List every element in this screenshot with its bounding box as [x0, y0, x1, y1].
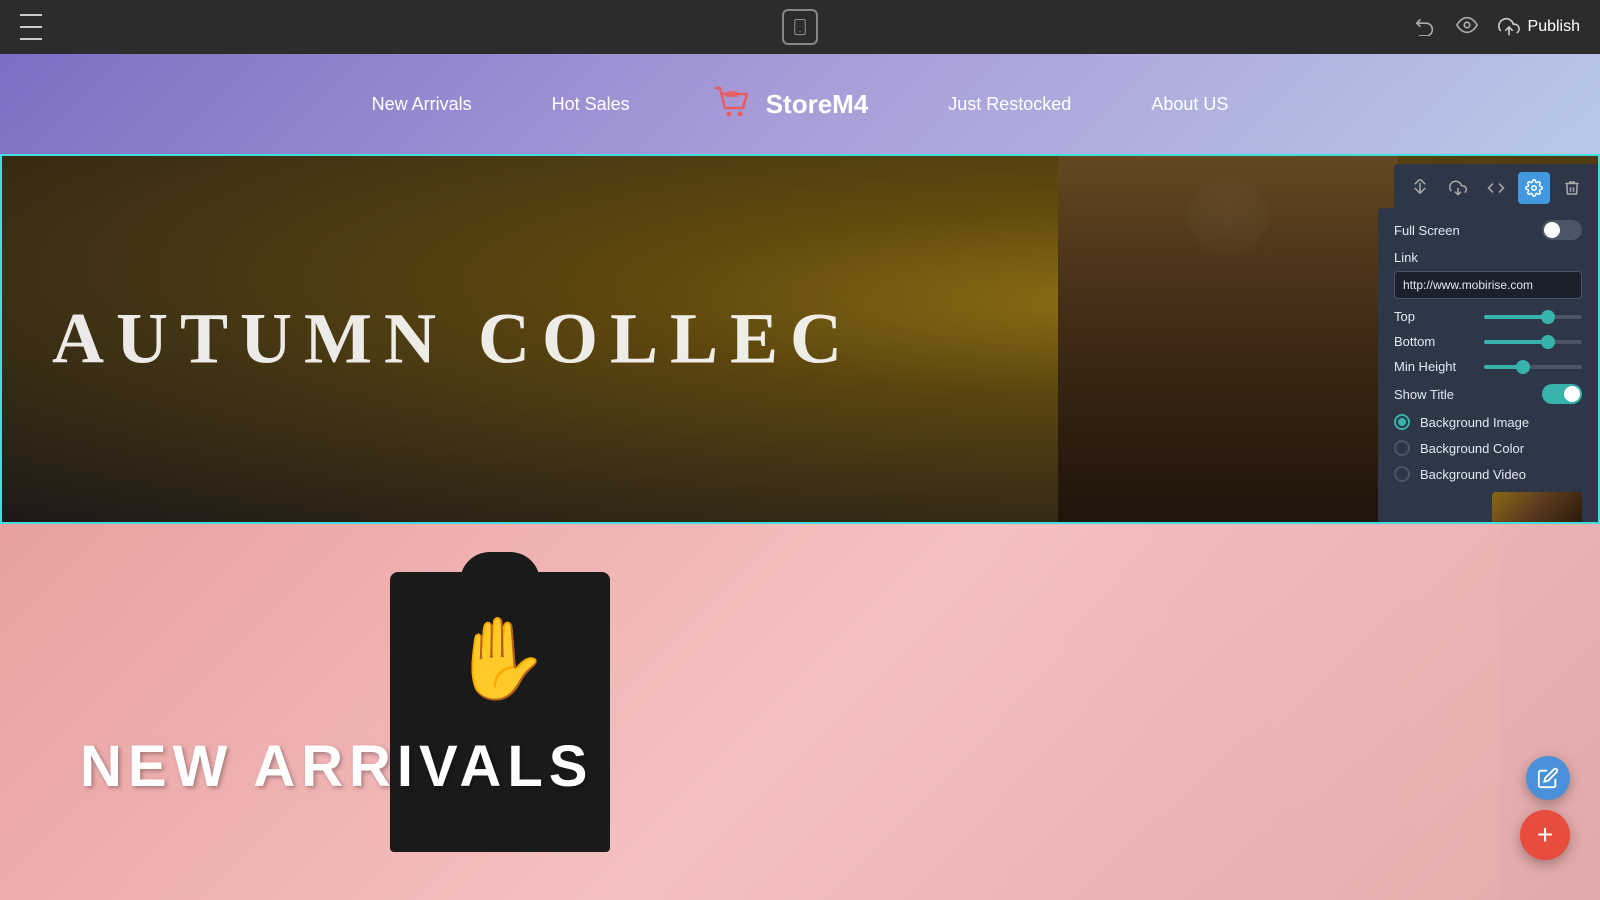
top-slider-fill	[1484, 315, 1548, 319]
settings-panel: Full Screen Link Top	[1378, 208, 1598, 524]
background-color-label: Background Color	[1420, 441, 1524, 456]
hero-title: AUTUMN COLLEC	[52, 298, 854, 381]
mobile-device-icon	[791, 18, 809, 36]
top-slider-row: Top	[1394, 309, 1582, 324]
min-height-slider[interactable]	[1484, 365, 1582, 369]
code-toolbar-icon[interactable]	[1480, 172, 1512, 204]
background-image-radio[interactable]	[1394, 414, 1410, 430]
phone-icon[interactable]	[782, 9, 818, 45]
nav-link-hot-sales[interactable]: Hot Sales	[552, 94, 630, 115]
bottom-slider-fill	[1484, 340, 1548, 344]
settings-toolbar-icon[interactable]	[1518, 172, 1550, 204]
publish-button[interactable]: Publish	[1498, 16, 1580, 38]
top-label: Top	[1394, 309, 1474, 324]
full-screen-thumb	[1544, 222, 1560, 238]
image-thumbnail[interactable]	[1492, 492, 1582, 524]
nav-link-about-us[interactable]: About US	[1151, 94, 1228, 115]
link-section: Link	[1394, 250, 1582, 309]
top-bar: Publish	[0, 0, 1600, 54]
top-slider-thumb[interactable]	[1541, 310, 1555, 324]
background-video-radio[interactable]	[1394, 466, 1410, 482]
min-height-slider-thumb[interactable]	[1516, 360, 1530, 374]
bottom-label: Bottom	[1394, 334, 1474, 349]
show-title-label: Show Title	[1394, 387, 1454, 402]
background-image-label: Background Image	[1420, 415, 1529, 430]
logo-text: StoreM4	[766, 89, 869, 120]
new-arrivals-figure	[1000, 524, 1500, 900]
nav-link-just-restocked[interactable]: Just Restocked	[948, 94, 1071, 115]
new-arrivals-section: ✋ NEW ARRIVALS	[0, 524, 1600, 900]
upload-icon	[1498, 16, 1520, 38]
link-input[interactable]	[1394, 271, 1582, 299]
download-toolbar-icon[interactable]	[1442, 172, 1474, 204]
background-video-row: Background Video	[1394, 466, 1582, 482]
min-height-label: Min Height	[1394, 359, 1474, 374]
top-bar-right: Publish	[1414, 14, 1580, 41]
fab-add-label: +	[1537, 819, 1553, 851]
undo-button[interactable]	[1414, 14, 1436, 41]
new-arrivals-title: NEW ARRIVALS	[80, 733, 593, 800]
show-title-thumb	[1564, 386, 1580, 402]
eye-icon	[1456, 14, 1478, 36]
device-switcher[interactable]	[782, 9, 818, 45]
show-title-row: Show Title	[1394, 384, 1582, 404]
full-screen-toggle[interactable]	[1542, 220, 1582, 240]
background-video-label: Background Video	[1420, 467, 1526, 482]
nav-link-new-arrivals[interactable]: New Arrivals	[372, 94, 472, 115]
bottom-slider[interactable]	[1484, 340, 1582, 344]
undo-icon	[1414, 14, 1436, 36]
main-content: AUTUMN COLLEC	[0, 154, 1600, 900]
background-color-radio[interactable]	[1394, 440, 1410, 456]
hero-section: AUTUMN COLLEC	[0, 154, 1600, 524]
nav-bar: New Arrivals Hot Sales StoreM4 Just Rest…	[0, 54, 1600, 154]
full-screen-row: Full Screen	[1394, 220, 1582, 240]
link-label: Link	[1394, 250, 1582, 265]
full-screen-label: Full Screen	[1394, 223, 1460, 238]
panel-content: Full Screen Link Top	[1378, 208, 1598, 524]
delete-toolbar-icon[interactable]	[1556, 172, 1588, 204]
pencil-icon	[1537, 767, 1559, 789]
image-thumbnail-container	[1394, 492, 1582, 524]
hamburger-menu[interactable]	[20, 11, 42, 43]
background-image-row: Background Image	[1394, 414, 1582, 430]
hero-woman-image	[1058, 156, 1398, 524]
nav-logo: StoreM4	[710, 80, 869, 129]
top-slider[interactable]	[1484, 315, 1582, 319]
skeleton-shirt-image: ✋	[200, 524, 800, 900]
sort-toolbar-icon[interactable]	[1404, 172, 1436, 204]
bottom-slider-thumb[interactable]	[1541, 335, 1555, 349]
cart-icon	[710, 80, 754, 129]
publish-label: Publish	[1528, 18, 1580, 36]
fab-edit-button[interactable]	[1526, 756, 1570, 800]
min-height-slider-row: Min Height	[1394, 359, 1582, 374]
section-toolbar	[1394, 164, 1598, 212]
bottom-slider-row: Bottom	[1394, 334, 1582, 349]
show-title-toggle[interactable]	[1542, 384, 1582, 404]
preview-button[interactable]	[1456, 14, 1478, 41]
fab-add-button[interactable]: +	[1520, 810, 1570, 860]
background-color-row: Background Color	[1394, 440, 1582, 456]
